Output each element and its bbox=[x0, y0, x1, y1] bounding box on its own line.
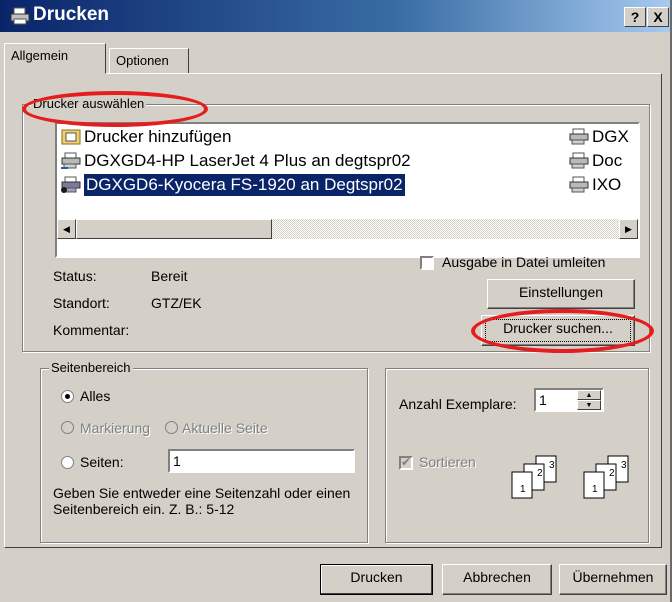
svg-text:1: 1 bbox=[592, 484, 598, 495]
title-bar[interactable]: Drucken ? X bbox=[0, 0, 670, 32]
collate-label: Sortieren bbox=[419, 454, 476, 470]
printer-item-label: IXO bbox=[592, 175, 622, 194]
scroll-right-arrow-icon[interactable]: ▶ bbox=[619, 219, 638, 239]
svg-text:3: 3 bbox=[621, 460, 627, 471]
copies-label: Anzahl Exemplare: bbox=[399, 396, 517, 412]
close-button[interactable]: X bbox=[647, 7, 669, 27]
printer-item-add[interactable]: Drucker hinzufügen bbox=[60, 126, 231, 148]
radio-pages[interactable] bbox=[61, 456, 74, 469]
radio-selection bbox=[61, 421, 74, 434]
tab-label: Allgemein bbox=[11, 48, 69, 63]
status-value: Bereit bbox=[151, 268, 188, 284]
status-label: Status: bbox=[53, 268, 97, 284]
apply-button-label: Übernehmen bbox=[572, 569, 654, 585]
window-title: Drucken bbox=[33, 4, 110, 25]
printer-item-label: Drucker hinzufügen bbox=[84, 127, 232, 146]
radio-selection-label: Markierung bbox=[80, 420, 151, 436]
printer-item-dgx[interactable]: DGX bbox=[568, 126, 629, 148]
collate-pages-icon: 3 2 1 bbox=[511, 455, 557, 499]
radio-all[interactable] bbox=[61, 390, 74, 403]
tab-label: Optionen bbox=[116, 53, 169, 68]
svg-text:3: 3 bbox=[549, 460, 555, 471]
radio-current-page bbox=[165, 421, 178, 434]
print-to-file-checkbox[interactable] bbox=[420, 256, 434, 270]
network-printer-icon bbox=[61, 152, 81, 169]
radio-pages-label[interactable]: Seiten: bbox=[80, 454, 124, 470]
printer-item-label: DGXGD6-Kyocera FS-1920 an Degtspr02 bbox=[84, 174, 405, 196]
printer-icon bbox=[569, 176, 589, 193]
location-label: Standort: bbox=[53, 295, 110, 311]
help-button[interactable]: ? bbox=[624, 7, 646, 27]
radio-current-page-label: Aktuelle Seite bbox=[182, 420, 268, 436]
printer-item-doc[interactable]: Doc bbox=[568, 150, 622, 172]
page-range-hint: Geben Sie entweder eine Seitenzahl oder … bbox=[53, 485, 351, 517]
apply-button[interactable]: Übernehmen bbox=[559, 564, 667, 595]
scroll-left-arrow-icon[interactable]: ◀ bbox=[57, 219, 76, 239]
svg-text:2: 2 bbox=[537, 468, 543, 479]
tab-allgemein[interactable]: Allgemein bbox=[4, 43, 106, 74]
settings-button-label: Einstellungen bbox=[518, 284, 604, 300]
cancel-button[interactable]: Abbrechen bbox=[442, 564, 552, 595]
add-printer-icon bbox=[61, 129, 81, 145]
horizontal-scrollbar[interactable]: ◀ ▶ bbox=[57, 219, 638, 239]
print-to-file-label[interactable]: Ausgabe in Datei umleiten bbox=[442, 254, 605, 270]
printer-item-label: DGXGD4-HP LaserJet 4 Plus an degtspr02 bbox=[84, 151, 411, 170]
printer-list[interactable]: Drucker hinzufügen DGXGD4-HP LaserJet 4 … bbox=[55, 122, 640, 258]
comment-label: Kommentar: bbox=[53, 322, 130, 338]
printer-icon bbox=[569, 152, 589, 169]
spin-down-icon[interactable]: ▼ bbox=[577, 400, 601, 410]
annotation-ellipse-printer-group bbox=[22, 91, 208, 127]
default-printer-icon bbox=[61, 176, 81, 193]
print-button-label: Drucken bbox=[350, 569, 403, 585]
tab-optionen[interactable]: Optionen bbox=[109, 48, 189, 74]
settings-button[interactable]: Einstellungen bbox=[487, 279, 635, 309]
printer-icon bbox=[10, 7, 30, 25]
checkmark-icon: ✔ bbox=[401, 455, 412, 469]
radio-all-label[interactable]: Alles bbox=[80, 388, 110, 404]
collate-checkbox: ✔ bbox=[399, 455, 413, 470]
page-range-legend: Seitenbereich bbox=[49, 360, 133, 375]
svg-text:1: 1 bbox=[520, 484, 526, 495]
cancel-button-label: Abbrechen bbox=[463, 569, 531, 585]
annotation-ellipse-find-printer bbox=[471, 309, 654, 353]
print-button[interactable]: Drucken bbox=[320, 564, 433, 595]
network-printer-icon bbox=[569, 128, 589, 145]
printer-item-hp[interactable]: DGXGD4-HP LaserJet 4 Plus an degtspr02 bbox=[60, 150, 411, 172]
svg-text:2: 2 bbox=[609, 468, 615, 479]
printer-item-label: Doc bbox=[592, 151, 623, 170]
printer-item-kyocera[interactable]: DGXGD6-Kyocera FS-1920 an Degtspr02 bbox=[60, 174, 405, 196]
radio-dot bbox=[65, 394, 70, 399]
collate-pages-icon: 3 2 1 bbox=[583, 455, 629, 499]
location-value: GTZ/EK bbox=[151, 295, 202, 311]
printer-item-ixo[interactable]: IXO bbox=[568, 174, 621, 196]
copies-spinner[interactable]: ▲ ▼ bbox=[577, 390, 601, 410]
spin-up-icon[interactable]: ▲ bbox=[577, 390, 601, 400]
scrollbar-thumb[interactable] bbox=[76, 219, 272, 239]
print-dialog: Drucken ? X Allgemein Optionen Drucker a… bbox=[0, 0, 672, 602]
printer-item-label: DGX bbox=[592, 127, 629, 146]
pages-input[interactable]: 1 bbox=[168, 449, 355, 473]
